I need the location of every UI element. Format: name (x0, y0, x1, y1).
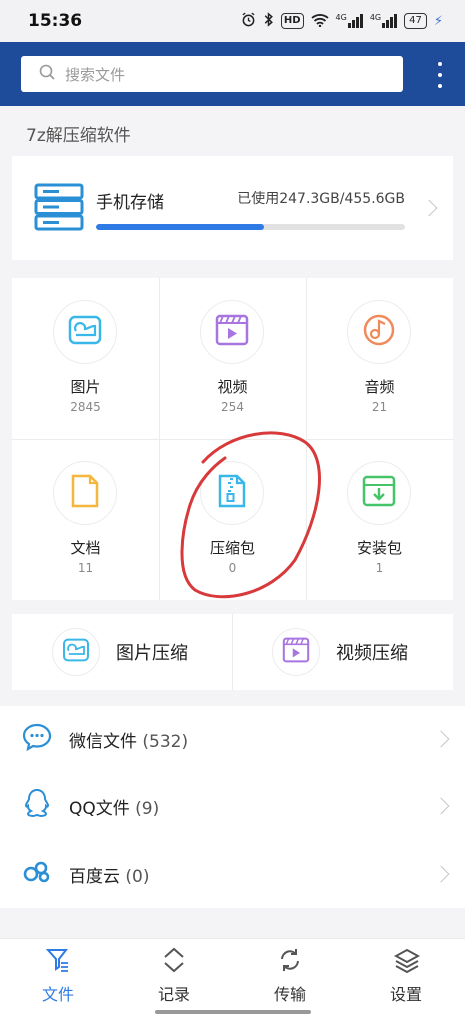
category-count: 11 (77, 561, 94, 575)
list-item-label: 微信文件 (69, 731, 137, 752)
file-filter-icon (45, 947, 70, 977)
zip-icon (217, 474, 247, 512)
status-icons: HD 4G 4G 47 ⚡ (241, 12, 443, 30)
image-icon (68, 315, 102, 349)
category-videos[interactable]: 视频 254 (159, 278, 306, 439)
list-item-count: (9) (135, 798, 160, 819)
category-count: 0 (228, 561, 237, 575)
category-audio[interactable]: 音频 21 (306, 278, 453, 439)
tab-transfer[interactable]: 传输 (232, 939, 348, 1009)
video-compress-icon (282, 637, 310, 667)
storage-progress-fill (96, 224, 264, 230)
image-compress-icon (62, 638, 90, 666)
category-label: 安装包 (356, 539, 402, 557)
compress-divider (232, 614, 233, 690)
search-box[interactable]: 搜索文件 (21, 56, 403, 92)
section-title: 7z解压缩软件 (26, 126, 131, 146)
chevron-right-icon (420, 199, 438, 217)
more-dot-icon (438, 62, 442, 66)
battery-indicator: 47 (404, 13, 427, 29)
list-item-qq[interactable]: QQ文件 (9) (0, 773, 465, 839)
search-icon (39, 64, 55, 84)
layers-icon (393, 947, 421, 977)
app-header: 搜索文件 (0, 42, 465, 106)
signal-1-icon: 4G (336, 14, 363, 28)
category-label: 压缩包 (209, 539, 255, 557)
category-count: 254 (221, 400, 244, 414)
wechat-icon (22, 723, 52, 755)
charging-icon: ⚡ (433, 13, 443, 29)
category-installers[interactable]: 安装包 1 (306, 439, 453, 600)
category-count: 1 (375, 561, 384, 575)
document-icon (70, 474, 100, 512)
list-item-baidu-cloud[interactable]: 百度云 (0) (0, 841, 465, 907)
home-indicator[interactable] (155, 1010, 311, 1014)
bluetooth-icon (263, 12, 274, 30)
storage-name: 手机存储 (96, 193, 164, 213)
tab-label: 设置 (389, 985, 422, 1004)
storage-server-icon (34, 182, 84, 236)
chevron-right-icon (432, 730, 450, 748)
hd-badge: HD (280, 13, 304, 29)
tab-label: 记录 (157, 985, 190, 1004)
source-list: 微信文件 (532) QQ文件 (9) 百度云 (0) (0, 706, 465, 908)
status-time: 15:36 (28, 11, 83, 31)
tab-label: 传输 (273, 985, 306, 1004)
tab-files[interactable]: 文件 (0, 939, 116, 1009)
record-icon (162, 947, 186, 977)
list-item-label: 百度云 (69, 866, 120, 887)
tab-records[interactable]: 记录 (116, 939, 232, 1009)
category-grid: 图片 2845 视频 254 音频 21 文档 11 压缩包 0 安装包 1 (12, 278, 453, 600)
image-compress-button[interactable]: 图片压缩 (52, 614, 188, 690)
storage-progress-bar (96, 224, 405, 230)
baidu-cloud-icon (22, 860, 52, 888)
more-menu-button[interactable] (437, 62, 443, 88)
category-archives[interactable]: 压缩包 0 (159, 439, 306, 600)
tab-settings[interactable]: 设置 (348, 939, 464, 1009)
list-item-count: (0) (125, 866, 150, 887)
compress-tools: 图片压缩 视频压缩 (12, 614, 453, 690)
category-label: 视频 (217, 378, 248, 396)
category-label: 图片 (70, 378, 101, 396)
compress-label: 图片压缩 (116, 643, 188, 664)
wifi-icon (310, 13, 329, 30)
category-images[interactable]: 图片 2845 (12, 278, 159, 439)
list-item-label: QQ文件 (69, 798, 130, 819)
install-icon (362, 475, 396, 511)
chevron-right-icon (432, 797, 450, 815)
chevron-right-icon (432, 865, 450, 883)
category-count: 2845 (70, 400, 101, 414)
video-icon (215, 314, 249, 350)
category-count: 21 (371, 400, 388, 414)
phone-storage-card[interactable]: 手机存储 已使用247.3GB/455.6GB (12, 156, 453, 260)
compress-label: 视频压缩 (336, 643, 408, 664)
category-label: 音频 (364, 378, 395, 396)
qq-icon (22, 788, 52, 824)
music-icon (362, 313, 396, 351)
category-label: 文档 (70, 539, 101, 557)
list-item-wechat[interactable]: 微信文件 (532) (0, 706, 465, 772)
tab-label: 文件 (41, 985, 74, 1004)
alarm-icon (241, 12, 256, 30)
storage-used-text: 已使用247.3GB/455.6GB (237, 191, 405, 207)
status-bar: 15:36 HD 4G 4G 47 ⚡ (0, 0, 465, 42)
list-item-count: (532) (142, 731, 189, 752)
signal-2-icon: 4G (370, 14, 398, 28)
video-compress-button[interactable]: 视频压缩 (272, 614, 408, 690)
search-placeholder: 搜索文件 (65, 65, 126, 84)
category-documents[interactable]: 文档 11 (12, 439, 159, 600)
transfer-icon (278, 947, 302, 977)
